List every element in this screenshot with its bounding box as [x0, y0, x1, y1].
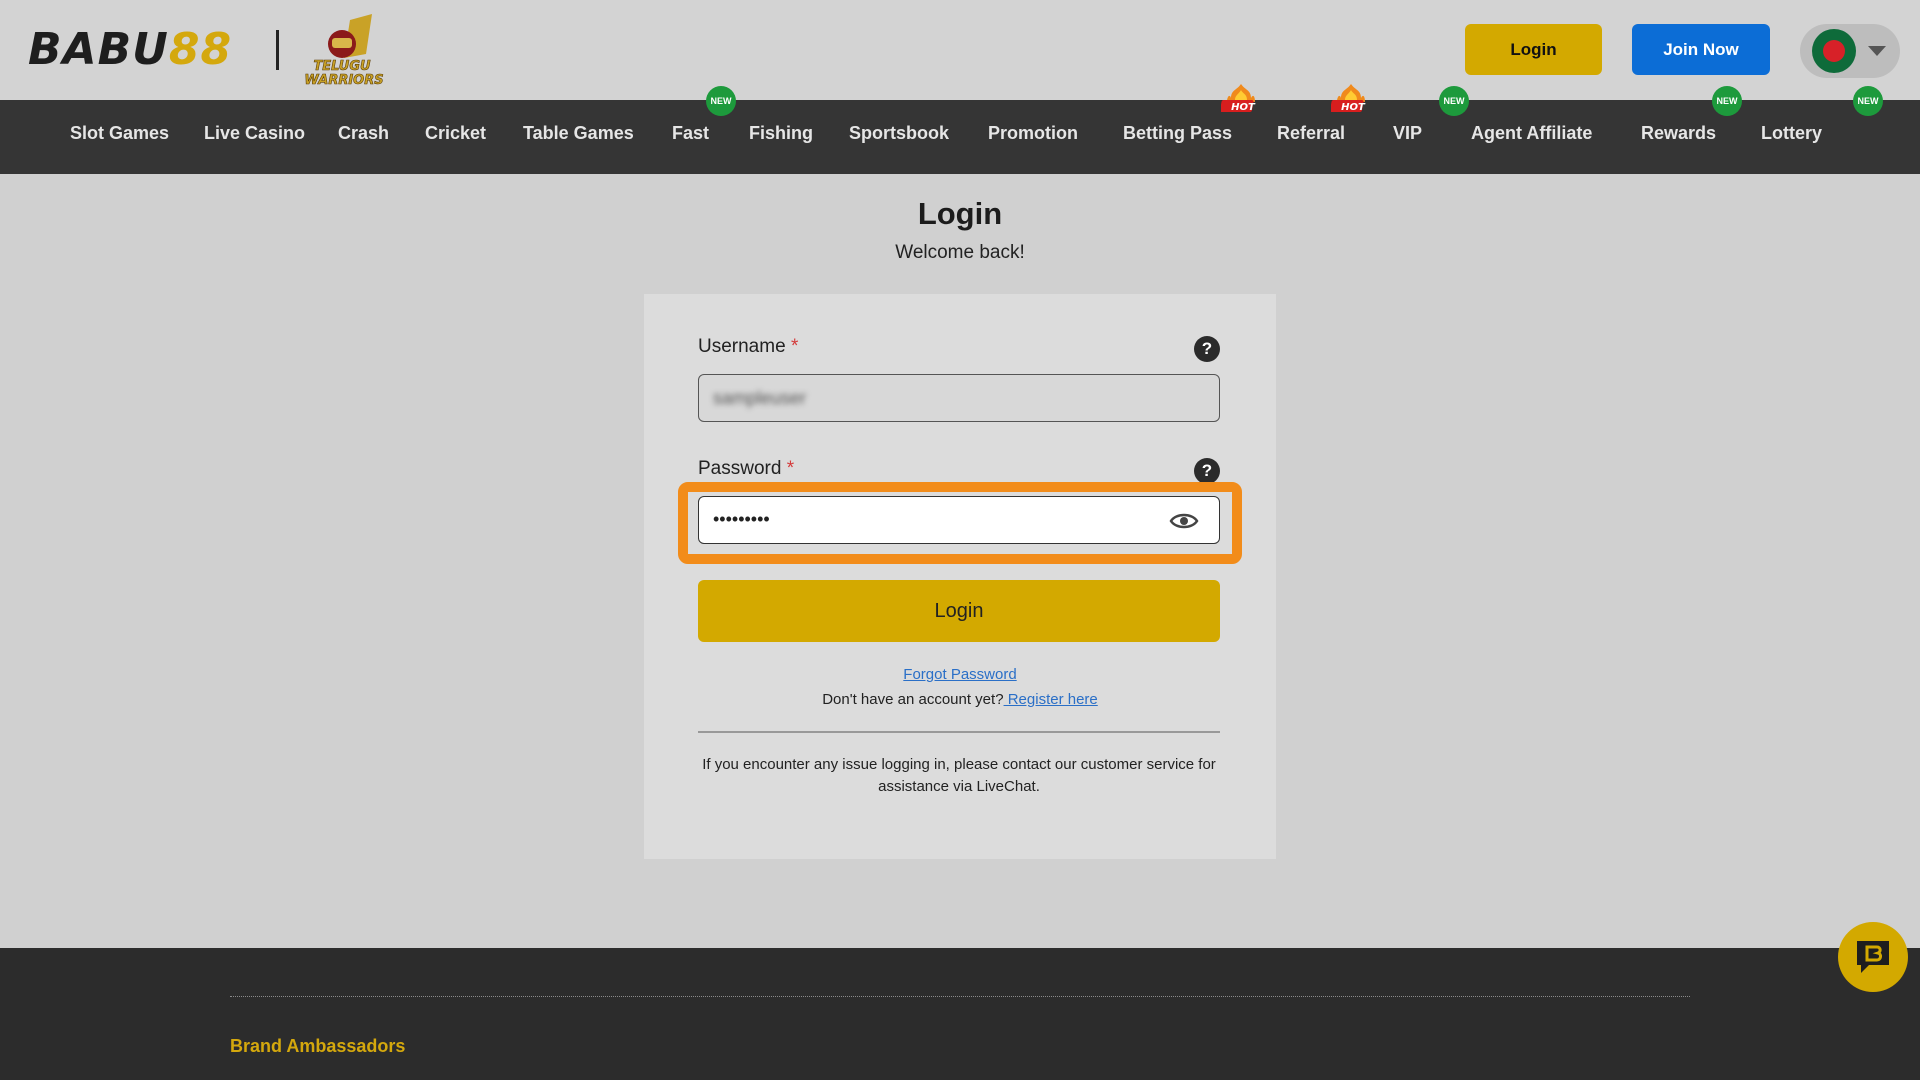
logo-text-babu: BABU: [28, 24, 169, 75]
site-footer: Brand Ambassadors: [0, 948, 1920, 1080]
username-label: Username *: [698, 336, 799, 357]
help-icon[interactable]: ?: [1194, 458, 1220, 484]
brand-ambassadors-heading: Brand Ambassadors: [230, 1036, 406, 1056]
nav-item-referral[interactable]: Referral HOT: [1277, 84, 1366, 174]
login-help-text: If you encounter any issue logging in, p…: [702, 756, 1216, 795]
nav-item-cricket[interactable]: Cricket: [425, 100, 486, 174]
chevron-down-icon: [1868, 46, 1886, 56]
header-login-button[interactable]: Login: [1465, 24, 1602, 75]
babu88-logo[interactable]: BABU88: [28, 28, 232, 72]
new-badge: NEW: [1853, 86, 1883, 116]
telugu-warriors-logo: TELUGU WARRIORS: [304, 14, 384, 86]
footer-divider: [230, 996, 1690, 997]
site-header: BABU88 TELUGU WARRIORS Login Join Now: [0, 0, 1920, 100]
hot-badge-text: HOT: [1341, 102, 1366, 113]
partner-logo-line2: WARRIORS: [304, 73, 383, 86]
hot-flame-icon: HOT: [1221, 84, 1256, 113]
page-subtitle: Welcome back!: [895, 242, 1025, 263]
join-now-button[interactable]: Join Now: [1632, 24, 1770, 75]
divider: [698, 731, 1220, 733]
password-field-highlight: [678, 482, 1242, 564]
chat-icon: [1857, 941, 1889, 973]
register-link[interactable]: Register here: [1004, 691, 1098, 708]
nav-item-sportsbook[interactable]: Sportsbook: [849, 100, 949, 174]
nav-item-crash[interactable]: Crash: [338, 100, 389, 174]
required-mark: *: [790, 336, 799, 357]
new-badge: NEW: [1439, 86, 1469, 116]
nav-item-fast[interactable]: Fast NEW: [672, 86, 736, 174]
help-icon[interactable]: ?: [1194, 336, 1220, 362]
nav-item-promotion[interactable]: Promotion: [988, 100, 1078, 174]
logo-text-88: 88: [168, 24, 233, 75]
hot-badge-text: HOT: [1231, 102, 1256, 113]
login-submit-button[interactable]: Login: [698, 580, 1220, 642]
login-form: Username * ? sampleuser Password * ? •••…: [644, 294, 1276, 859]
password-label: Password *: [698, 458, 795, 479]
page-title: Login: [917, 196, 1003, 231]
nav-item-slot-games[interactable]: Slot Games: [70, 100, 169, 174]
new-badge: NEW: [1712, 86, 1742, 116]
main-nav: Slot Games Live Casino Crash Cricket Tab…: [0, 84, 1920, 174]
nav-item-rewards[interactable]: Rewards NEW: [1641, 86, 1742, 174]
register-prompt: Don't have an account yet? Register here: [822, 691, 1098, 708]
partner-logo-line1: TELUGU: [313, 59, 371, 74]
livechat-button[interactable]: [1838, 922, 1908, 992]
nav-item-vip[interactable]: VIP NEW: [1393, 86, 1469, 174]
hot-flame-icon: HOT: [1331, 84, 1366, 113]
nav-item-fishing[interactable]: Fishing: [749, 100, 813, 174]
required-mark: *: [786, 458, 795, 479]
username-value: sampleuser: [713, 388, 807, 408]
bangladesh-flag-icon: [1812, 29, 1856, 73]
language-selector[interactable]: [1800, 24, 1900, 78]
forgot-password-link[interactable]: Forgot Password: [644, 666, 1276, 683]
logo-separator: [276, 30, 279, 70]
nav-item-agent-affiliate[interactable]: Agent Affiliate: [1471, 100, 1592, 174]
nav-item-table-games[interactable]: Table Games: [523, 100, 634, 174]
nav-item-live-casino[interactable]: Live Casino: [204, 100, 305, 174]
nav-item-lottery[interactable]: Lottery NEW: [1761, 86, 1883, 174]
new-badge: NEW: [706, 86, 736, 116]
username-input[interactable]: sampleuser: [698, 374, 1220, 422]
nav-item-betting-pass[interactable]: Betting Pass HOT: [1123, 84, 1256, 174]
